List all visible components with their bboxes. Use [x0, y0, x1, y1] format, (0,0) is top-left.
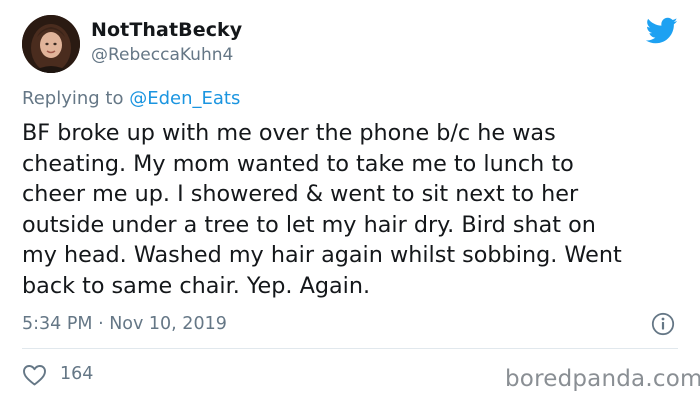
avatar[interactable]	[22, 15, 80, 73]
author-handle[interactable]: @RebeccaKuhn4	[91, 45, 233, 65]
author-display-name[interactable]: NotThatBecky	[91, 19, 242, 41]
info-icon[interactable]	[651, 312, 675, 336]
replying-to-label: Replying to	[22, 88, 130, 109]
avatar-image	[22, 15, 80, 73]
twitter-bird-icon[interactable]	[646, 17, 678, 45]
tweet-text: BF broke up with me over the phone b/c h…	[22, 120, 622, 299]
like-count: 164	[60, 364, 94, 384]
divider	[22, 348, 678, 349]
tweet-card: NotThatBecky @RebeccaKuhn4 Replying to @…	[0, 0, 700, 402]
reply-mention-link[interactable]: @Eden_Eats	[129, 88, 240, 109]
replying-to: Replying to @Eden_Eats	[22, 88, 240, 109]
heart-icon[interactable]	[22, 364, 47, 386]
tweet-timestamp[interactable]: 5:34 PM · Nov 10, 2019	[22, 314, 227, 334]
watermark: boredpanda.com	[505, 366, 700, 392]
